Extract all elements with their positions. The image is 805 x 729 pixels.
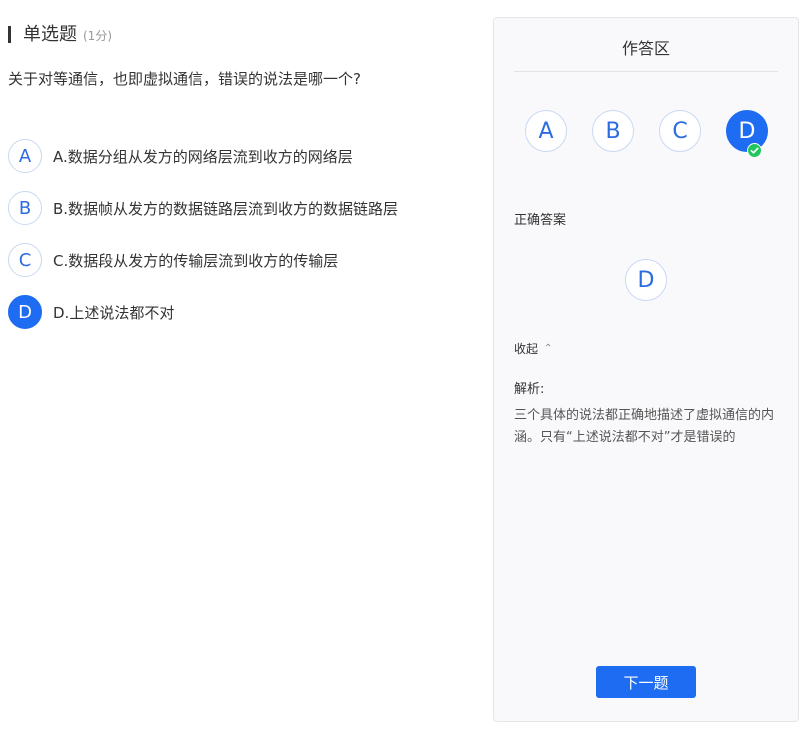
option-list: A A.数据分组从发方的网络层流到收方的网络层 B B.数据帧从发方的数据链路层… — [8, 138, 398, 346]
question-stem: 关于对等通信，也即虚拟通信，错误的说法是哪一个? — [8, 70, 361, 88]
option-b-text[interactable]: B.数据帧从发方的数据链路层流到收方的数据链路层 — [53, 198, 398, 219]
option-c-text[interactable]: C.数据段从发方的传输层流到收方的传输层 — [53, 250, 338, 271]
option-c[interactable]: C C.数据段从发方的传输层流到收方的传输层 — [8, 242, 398, 278]
check-mark-svg — [750, 147, 759, 154]
panel-divider — [514, 71, 778, 72]
check-icon — [747, 143, 762, 158]
analysis-text: 三个具体的说法都正确地描述了虚拟通信的内涵。只有“上述说法都不对”才是错误的 — [514, 408, 775, 445]
option-a-circle[interactable]: A — [8, 139, 42, 173]
option-b[interactable]: B B.数据帧从发方的数据链路层流到收方的数据链路层 — [8, 190, 398, 226]
next-question-button[interactable]: 下一题 — [596, 666, 696, 698]
title-accent-bar — [8, 26, 11, 43]
quiz-page: 单选题 (1分) 关于对等通信，也即虚拟通信，错误的说法是哪一个? A A.数据… — [0, 0, 805, 729]
collapse-label[interactable]: 收起 — [514, 340, 538, 357]
analysis-label: 解析: — [514, 382, 545, 397]
question-score: (1分) — [83, 29, 112, 43]
correct-answer-label: 正确答案 — [514, 213, 567, 228]
answer-choice-d-label: D — [738, 118, 756, 144]
answer-choice-d[interactable]: D — [726, 110, 768, 158]
option-d-text[interactable]: D.上述说法都不对 — [53, 302, 174, 323]
answer-choice-c[interactable]: C — [659, 110, 701, 152]
answer-choice-b[interactable]: B — [592, 110, 634, 152]
option-d[interactable]: D D.上述说法都不对 — [8, 294, 398, 330]
correct-answer-circle: D — [625, 259, 667, 301]
answer-panel: 作答区 A B C D 正确答案 D 收起 ⌃ 解析: 三个具体的说法都正确地描… — [493, 17, 799, 722]
option-b-circle[interactable]: B — [8, 191, 42, 225]
question-type-title: 单选题 — [23, 24, 77, 45]
chevron-up-icon[interactable]: ⌃ — [544, 343, 552, 354]
question-header: 单选题 (1分) — [8, 20, 112, 46]
panel-title: 作答区 — [621, 39, 670, 58]
collapse-toggle[interactable]: 收起 ⌃ — [514, 340, 552, 357]
option-a[interactable]: A A.数据分组从发方的网络层流到收方的网络层 — [8, 138, 398, 174]
option-d-circle[interactable]: D — [8, 295, 42, 329]
answer-choice-row: A B C D — [525, 110, 793, 158]
answer-choice-a[interactable]: A — [525, 110, 567, 152]
option-c-circle[interactable]: C — [8, 243, 42, 277]
option-a-text[interactable]: A.数据分组从发方的网络层流到收方的网络层 — [53, 146, 353, 167]
